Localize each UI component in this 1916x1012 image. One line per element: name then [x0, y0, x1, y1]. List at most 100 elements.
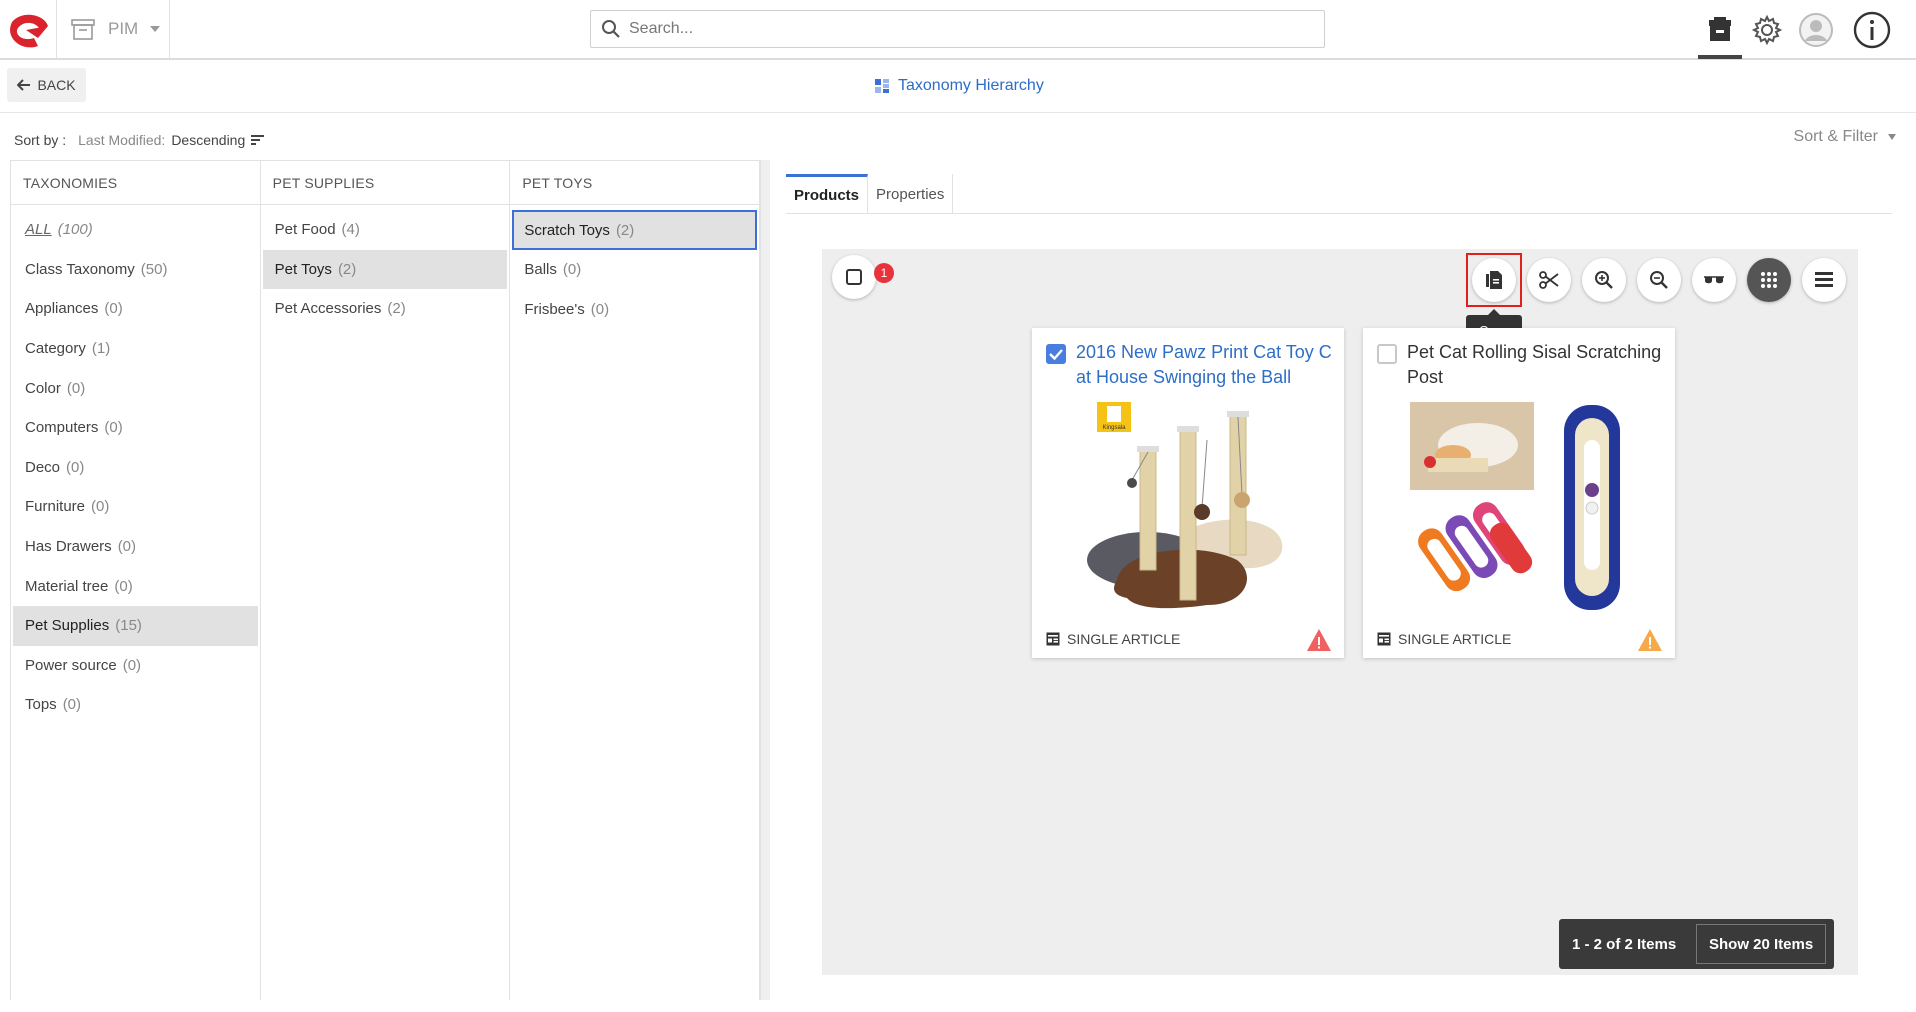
taxonomy-item-furniture[interactable]: Furniture (0) [13, 487, 258, 527]
product-title[interactable]: 2016 New Pawz Print Cat Toy Cat House Sw… [1076, 340, 1332, 390]
brand-logo-icon[interactable] [4, 8, 52, 52]
pet-toys-list: Scratch Toys (2) Balls (0) Frisbee's (0) [510, 205, 759, 329]
product-type-label: SINGLE ARTICLE [1398, 631, 1512, 647]
column-header: TAXONOMIES [11, 161, 260, 205]
grid-view-icon [1761, 272, 1777, 288]
checkbox-icon [846, 269, 862, 285]
copy-icon [1486, 271, 1502, 289]
taxonomy-item-all[interactable]: ALL (100) [13, 210, 258, 250]
hierarchy-icon [875, 79, 889, 93]
product-image[interactable] [1408, 400, 1630, 614]
cat-tree-image: Kingsala [1077, 400, 1299, 614]
search-bar[interactable] [590, 10, 1325, 48]
list-view-button[interactable] [1802, 258, 1846, 302]
taxonomy-item-deco[interactable]: Deco (0) [13, 448, 258, 488]
item-label: Pet Toys [274, 260, 332, 278]
select-all-button[interactable]: 1 [832, 255, 894, 299]
pet-supplies-list: Pet Food (4) Pet Toys (2) Pet Accessories (… [261, 205, 510, 329]
item-count: (2) [337, 260, 357, 278]
chevron-down-icon [1888, 134, 1896, 140]
taxonomy-item-computers[interactable]: Computers (0) [13, 408, 258, 448]
archive-nav-button[interactable] [1698, 8, 1742, 52]
item-label: Pet Accessories [274, 300, 382, 318]
item-label: Appliances [25, 300, 99, 318]
copy-button[interactable] [1472, 258, 1516, 302]
product-type-label: SINGLE ARTICLE [1067, 631, 1181, 647]
sort-label: Sort by : [14, 132, 67, 148]
info-icon [1853, 11, 1891, 49]
page-title: Taxonomy Hierarchy [874, 74, 1044, 98]
taxonomy-columns: TAXONOMIES ALL (100) Class Taxonomy (50) A… [10, 160, 761, 1000]
taxonomy-item-class-taxonomy[interactable]: Class Taxonomy (50) [13, 250, 258, 290]
cut-button[interactable] [1527, 258, 1571, 302]
taxonomy-item-pet-supplies[interactable]: Pet Supplies (15) [13, 605, 258, 646]
grid-view-button[interactable] [1747, 258, 1791, 302]
search-input[interactable] [629, 20, 1324, 38]
active-nav-indicator [1698, 55, 1742, 59]
item-label: Scratch Toys [524, 221, 610, 239]
item-count: (4) [341, 221, 360, 239]
taxonomy-item-scratch-toys[interactable]: Scratch Toys (2) [512, 210, 758, 250]
user-profile-button[interactable] [1794, 8, 1838, 52]
sort-descending-icon[interactable] [251, 134, 265, 146]
sort-bar: Sort by : Last Modified: Descending [14, 130, 265, 150]
item-count: (100) [57, 221, 93, 239]
settings-button[interactable] [1745, 8, 1789, 52]
pane-resizer[interactable] [760, 160, 770, 1000]
taxonomy-item-frisbees[interactable]: Frisbee's (0) [512, 290, 757, 330]
item-count: (50) [140, 260, 168, 278]
item-count: (0) [117, 538, 137, 556]
product-checkbox[interactable] [1377, 344, 1397, 364]
taxonomy-item-pet-accessories[interactable]: Pet Accessories (2) [263, 289, 508, 329]
item-count: (0) [590, 300, 610, 318]
item-count: (0) [114, 577, 133, 595]
search-icon [602, 20, 620, 38]
zoom-out-button[interactable] [1637, 258, 1681, 302]
product-grid: 1 Copy [822, 249, 1858, 975]
product-checkbox[interactable] [1046, 344, 1066, 364]
item-label: ALL [25, 221, 52, 239]
pet-supplies-column: PET SUPPLIES Pet Food (4) Pet Toys (2) Pet… [260, 161, 511, 1000]
item-count: (15) [115, 617, 142, 635]
warning-icon[interactable] [1306, 628, 1332, 652]
item-label: Balls [524, 261, 557, 279]
item-count-label: 1 - 2 of 2 Items [1572, 935, 1677, 953]
item-label: Pet Food [274, 221, 336, 239]
info-button[interactable] [1850, 8, 1894, 52]
item-label: Has Drawers [25, 538, 112, 556]
item-count: (0) [91, 498, 110, 516]
taxonomy-item-pet-toys[interactable]: Pet Toys (2) [262, 249, 508, 290]
taxonomy-item-tops[interactable]: Tops (0) [13, 685, 258, 725]
zoom-in-button[interactable] [1582, 258, 1626, 302]
taxonomy-item-pet-food[interactable]: Pet Food (4) [263, 210, 508, 250]
tab-properties[interactable]: Properties [868, 174, 954, 214]
product-card[interactable]: Pet Cat Rolling Sisal Scratching Post SI… [1363, 328, 1675, 658]
sort-filter-dropdown[interactable]: Sort & Filter [1794, 128, 1896, 146]
product-card[interactable]: 2016 New Pawz Print Cat Toy Cat House Sw… [1032, 328, 1344, 658]
taxonomy-item-power-source[interactable]: Power source (0) [13, 646, 258, 686]
column-header: PET SUPPLIES [260, 161, 510, 205]
item-label: Color [25, 379, 61, 397]
cat-scratcher-image [1408, 400, 1630, 614]
taxonomy-item-appliances[interactable]: Appliances (0) [13, 289, 258, 329]
taxonomy-list: ALL (100) Class Taxonomy (50) Appliances (0… [11, 205, 260, 725]
product-image[interactable]: Kingsala [1077, 400, 1299, 614]
warning-icon[interactable] [1637, 628, 1663, 652]
back-button[interactable]: BACK [7, 68, 86, 102]
taxonomy-item-material-tree[interactable]: Material tree (0) [13, 566, 258, 606]
tab-products[interactable]: Products [786, 174, 869, 214]
taxonomy-item-balls[interactable]: Balls (0) [512, 250, 757, 290]
arrow-left-icon [17, 79, 31, 91]
item-label: Power source [25, 656, 117, 674]
page-size-button[interactable]: Show 20 Items [1696, 924, 1827, 964]
sort-direction[interactable]: Descending [171, 132, 245, 148]
app-switcher[interactable]: PIM [56, 0, 170, 58]
taxonomy-item-has-drawers[interactable]: Has Drawers (0) [13, 527, 258, 567]
preview-button[interactable] [1692, 258, 1736, 302]
product-title[interactable]: Pet Cat Rolling Sisal Scratching Post [1407, 340, 1663, 390]
sort-field[interactable]: Last Modified: [78, 132, 165, 148]
scissors-icon [1539, 271, 1559, 289]
taxonomy-item-color[interactable]: Color (0) [13, 368, 258, 408]
taxonomy-item-category[interactable]: Category (1) [13, 329, 258, 369]
item-count: (0) [66, 458, 85, 476]
